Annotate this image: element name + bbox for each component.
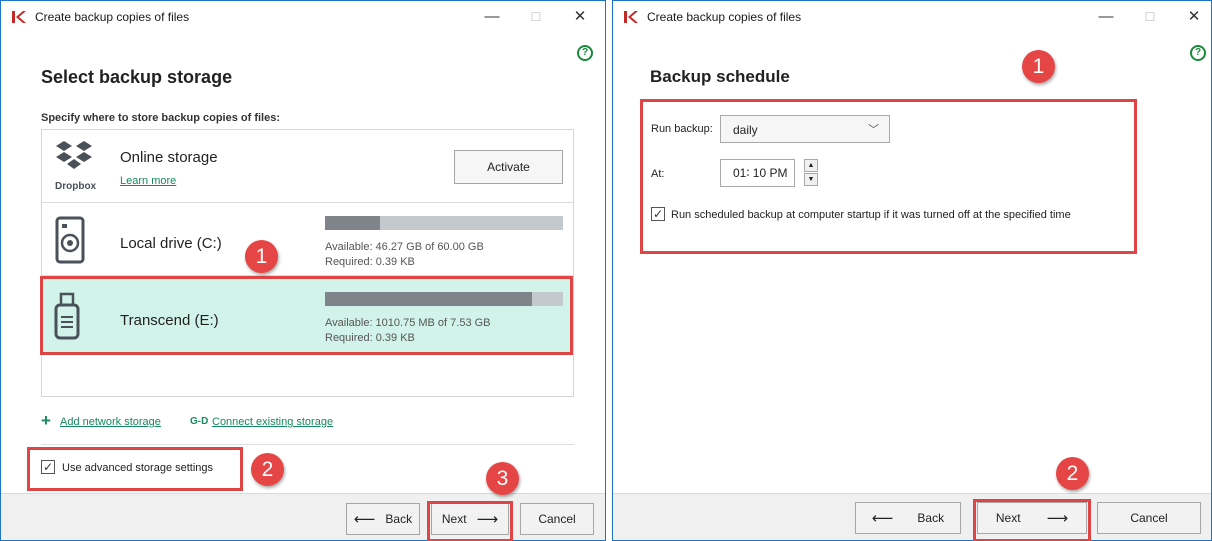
- maximize-button: ☐: [530, 10, 542, 24]
- next-label: Next: [995, 511, 1021, 525]
- kaspersky-logo-icon: [624, 11, 638, 23]
- required-text: Required: 0.39 KB: [325, 256, 415, 268]
- chevron-down-icon: ﹀: [868, 124, 879, 136]
- storage-name: Local drive (C:): [120, 235, 222, 252]
- activate-button[interactable]: Activate: [454, 150, 563, 184]
- startup-backup-checkbox[interactable]: ✓: [651, 207, 665, 221]
- add-network-storage-link[interactable]: Add network storage: [60, 416, 161, 428]
- annotation-badge: 2: [251, 453, 284, 486]
- annotation-badge: 2: [1056, 457, 1089, 490]
- kaspersky-logo-icon: [12, 11, 26, 23]
- annotation-badge: 3: [486, 462, 519, 495]
- run-backup-select[interactable]: daily ﹀: [720, 115, 890, 143]
- dropbox-logo-text: Dropbox: [55, 181, 97, 192]
- usb-drive-icon: [54, 292, 80, 340]
- storage-info: Available: 46.27 GB of 60.00 GB Required…: [325, 240, 484, 270]
- usage-bar-fill: [325, 292, 533, 306]
- learn-more-link[interactable]: Learn more: [120, 175, 176, 187]
- back-button[interactable]: ⟵ Back: [855, 502, 961, 534]
- next-arrow-icon: ⟶: [476, 511, 499, 528]
- minimize-button[interactable]: —: [1091, 5, 1121, 29]
- time-input[interactable]: 01∶ 10 PM: [720, 159, 795, 187]
- link-chain-icon: G-D: [190, 416, 209, 427]
- storage-info: Available: 1010.75 MB of 7.53 GB Require…: [325, 316, 491, 346]
- dropbox-icon: [56, 141, 92, 169]
- window-title: Create backup copies of files: [35, 10, 190, 24]
- usage-bar: [325, 216, 563, 230]
- storage-item-local-drive[interactable]: Local drive (C:) Available: 46.27 GB of …: [42, 203, 573, 276]
- advanced-settings-label: Use advanced storage settings: [62, 462, 214, 474]
- next-label: Next: [441, 512, 467, 526]
- storage-item-online[interactable]: Dropbox Online storage Learn more Activa…: [42, 130, 573, 203]
- help-icon[interactable]: ?: [577, 45, 593, 61]
- cancel-button[interactable]: Cancel: [520, 503, 594, 535]
- run-backup-value: daily: [733, 123, 758, 137]
- storage-item-transcend[interactable]: Transcend (E:) Available: 1010.75 MB of …: [42, 276, 573, 355]
- startup-backup-label: Run scheduled backup at computer startup…: [671, 209, 1071, 221]
- next-button[interactable]: Next ⟶: [977, 502, 1087, 534]
- hard-drive-icon: [55, 216, 85, 264]
- spin-up-button[interactable]: ▲: [804, 159, 818, 172]
- title-bar: Create backup copies of files — ☐ ✕: [613, 1, 1211, 33]
- window-title: Create backup copies of files: [647, 10, 802, 24]
- back-label: Back: [917, 511, 945, 525]
- usage-bar: [325, 292, 563, 306]
- available-text: Available: 46.27 GB of 60.00 GB: [325, 241, 484, 253]
- page-title: Backup schedule: [650, 67, 790, 86]
- usage-bar-fill: [325, 216, 380, 230]
- spin-down-button[interactable]: ▼: [804, 173, 818, 186]
- storage-list: Dropbox Online storage Learn more Activa…: [41, 129, 574, 397]
- footer-bar: ⟵ Back Next ⟶ Cancel: [1, 493, 605, 540]
- activate-button-label: Activate: [487, 160, 530, 174]
- available-text: Available: 1010.75 MB of 7.53 GB: [325, 317, 491, 329]
- backup-storage-window: Create backup copies of files — ☐ ✕ ? Se…: [0, 0, 606, 541]
- footer-bar: ⟵ Back Next ⟶ Cancel: [613, 493, 1211, 540]
- storage-instruction: Specify where to store backup copies of …: [41, 112, 281, 124]
- storage-name: Transcend (E:): [120, 312, 219, 329]
- storage-name: Online storage: [120, 149, 218, 166]
- annotation-badge: 1: [245, 240, 278, 273]
- connect-existing-storage-link[interactable]: Connect existing storage: [212, 416, 333, 428]
- advanced-settings-checkbox[interactable]: ✓: [41, 460, 55, 474]
- cancel-button[interactable]: Cancel: [1097, 502, 1201, 534]
- divider: [41, 444, 574, 445]
- help-icon[interactable]: ?: [1190, 45, 1206, 61]
- back-arrow-icon: ⟵: [353, 511, 376, 528]
- next-button[interactable]: Next ⟶: [431, 503, 509, 535]
- cancel-label: Cancel: [538, 512, 576, 526]
- title-bar: Create backup copies of files — ☐ ✕: [1, 1, 605, 33]
- maximize-button: ☐: [1144, 10, 1156, 24]
- back-arrow-icon: ⟵: [871, 510, 894, 527]
- required-text: Required: 0.39 KB: [325, 332, 415, 344]
- back-label: Back: [385, 512, 413, 526]
- close-button[interactable]: ✕: [565, 5, 595, 29]
- backup-schedule-window: Create backup copies of files — ☐ ✕ ? Ba…: [612, 0, 1212, 541]
- back-button[interactable]: ⟵ Back: [346, 503, 420, 535]
- run-backup-label: Run backup:: [651, 123, 713, 135]
- minimize-button[interactable]: —: [477, 5, 507, 29]
- close-button[interactable]: ✕: [1179, 5, 1209, 29]
- at-label: At:: [651, 168, 665, 180]
- cancel-label: Cancel: [1130, 511, 1168, 525]
- next-arrow-icon: ⟶: [1046, 510, 1069, 527]
- page-title: Select backup storage: [41, 67, 233, 87]
- plus-icon: +: [41, 411, 51, 430]
- annotation-badge: 1: [1022, 50, 1055, 83]
